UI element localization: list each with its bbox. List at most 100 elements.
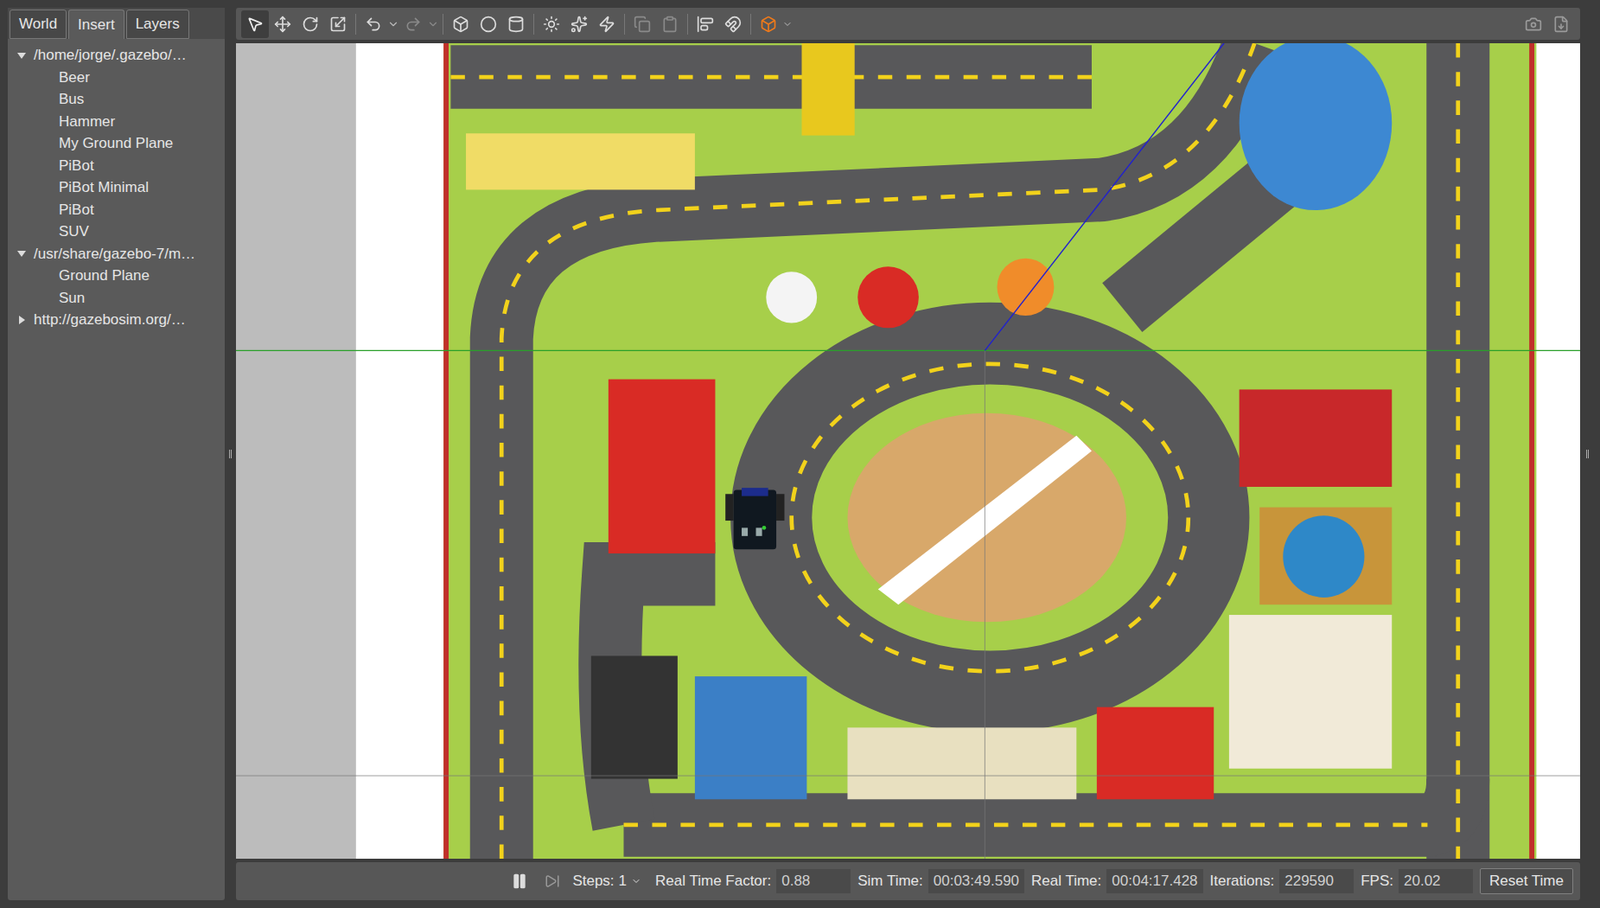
point-light[interactable] (537, 10, 566, 39)
gazebo-window: WorldInsertLayers/home/jorge/.gazebo/…Be… (0, 0, 1600, 908)
status-field-value: 00:04:17.428 (1106, 868, 1203, 893)
panel-tab[interactable]: Insert (68, 9, 125, 39)
tree-item[interactable]: Ground Plane (16, 264, 225, 287)
status-field-label: Sim Time: (857, 869, 924, 893)
toolbar-separator (750, 13, 752, 35)
point-light-icon (542, 15, 561, 33)
tree-group: /home/jorge/.gazebo/…BeerBusHammerMy Gro… (16, 44, 225, 243)
copy-button[interactable] (628, 10, 657, 39)
translate-tool[interactable] (268, 10, 297, 39)
select-tool[interactable] (241, 10, 269, 39)
status-field-value: 00:03:49.590 (928, 868, 1025, 893)
status-field: Iterations:229590 (1210, 868, 1355, 893)
step-icon (544, 873, 561, 889)
box-shape[interactable] (446, 10, 475, 39)
tree-item[interactable]: SUV (16, 220, 225, 243)
scene-viewport-render[interactable] (235, 43, 1581, 859)
view-angle-icon (759, 15, 778, 33)
status-field: FPS:20.02 (1360, 868, 1473, 893)
screenshot-button-icon (1524, 15, 1543, 33)
sphere-shape-icon (479, 15, 498, 33)
tree-item[interactable]: Hammer (16, 110, 225, 134)
directional-light-icon (598, 15, 616, 33)
undo-button[interactable] (359, 10, 388, 39)
snap-tool-icon (724, 15, 742, 33)
tree-group: /usr/share/gazebo-7/m…Ground PlaneSun (16, 242, 225, 310)
log-button[interactable] (1547, 10, 1575, 39)
tree-item[interactable]: My Ground Plane (16, 132, 225, 155)
sphere-shape[interactable] (474, 10, 503, 39)
expanded-arrow-icon[interactable] (16, 50, 27, 61)
steps-control[interactable]: Steps:1 (572, 869, 642, 893)
view-angle-menu-icon[interactable] (782, 19, 793, 30)
align-tool[interactable] (691, 10, 720, 39)
status-field: Sim Time:00:03:49.590 (857, 868, 1025, 893)
scale-tool-icon (329, 15, 347, 33)
status-bar: Steps:1Real Time Factor:0.88Sim Time:00:… (235, 861, 1581, 900)
paste-button[interactable] (656, 10, 684, 39)
rotate-tool[interactable] (296, 10, 325, 39)
tree-item[interactable]: Bus (16, 88, 225, 111)
directional-light[interactable] (592, 10, 621, 39)
pause-icon (510, 872, 529, 890)
box-shape-icon (452, 15, 470, 33)
status-field-value: 229590 (1279, 868, 1354, 893)
reset-time-button[interactable]: Reset Time (1479, 867, 1574, 894)
main-area: Steps:1Real Time Factor:0.88Sim Time:00:… (235, 7, 1581, 900)
toolbar-separator (624, 13, 625, 35)
translate-tool-icon (274, 15, 292, 33)
toolbar-separator (533, 13, 535, 35)
robot-model[interactable] (725, 487, 785, 549)
panel-tab[interactable]: World (9, 9, 67, 39)
toolbar-separator (687, 13, 689, 35)
status-field-value: 20.02 (1398, 868, 1473, 893)
status-field: Real Time Factor:0.88 (655, 868, 851, 893)
viewport[interactable] (235, 43, 1581, 859)
tree-item[interactable]: PiBot (16, 154, 225, 178)
toolbar (235, 7, 1581, 40)
undo-button-icon (364, 15, 383, 33)
screenshot-button[interactable] (1519, 10, 1548, 39)
redo-button-icon (404, 15, 422, 33)
redo-history-icon[interactable] (427, 18, 440, 31)
status-field-label: Iterations: (1210, 869, 1275, 893)
align-tool-icon (696, 15, 714, 33)
status-field-label: Real Time Factor: (655, 869, 772, 893)
expanded-arrow-icon[interactable] (16, 248, 27, 259)
tree-group-header[interactable]: /usr/share/gazebo-7/m… (16, 242, 225, 266)
insert-tree: /home/jorge/.gazebo/…BeerBusHammerMy Gro… (7, 38, 225, 332)
status-field-label: FPS: (1360, 869, 1394, 893)
rotate-tool-icon (301, 15, 319, 33)
tree-item[interactable]: Sun (16, 286, 225, 310)
undo-history-icon[interactable] (387, 18, 400, 31)
tree-item[interactable]: Beer (16, 66, 225, 90)
spot-light[interactable] (565, 10, 593, 39)
tree-group: http://gazebosim.org/… (16, 308, 225, 332)
copy-button-icon (633, 15, 651, 33)
collapsed-arrow-icon[interactable] (16, 314, 27, 326)
left-splitter[interactable] (226, 7, 235, 900)
tree-item[interactable]: PiBot (16, 198, 225, 222)
cylinder-shape[interactable] (502, 10, 530, 39)
left-panel: WorldInsertLayers/home/jorge/.gazebo/…Be… (7, 7, 225, 900)
tree-group-header[interactable]: http://gazebosim.org/… (16, 308, 225, 332)
step-button[interactable] (539, 867, 566, 894)
status-field-value: 0.88 (776, 868, 851, 893)
status-field-label: Real Time: (1031, 869, 1102, 893)
tree-group-header[interactable]: /home/jorge/.gazebo/… (16, 44, 225, 67)
tree-item[interactable]: PiBot Minimal (16, 176, 225, 199)
pointer-icon (246, 15, 264, 33)
right-splitter[interactable] (1581, 7, 1593, 900)
redo-button[interactable] (399, 10, 428, 39)
toolbar-separator (355, 13, 357, 35)
spot-light-icon (570, 15, 588, 33)
panel-tab[interactable]: Layers (126, 9, 190, 39)
snap-tool[interactable] (719, 10, 747, 39)
scale-tool[interactable] (324, 10, 352, 39)
toolbar-separator (442, 13, 444, 35)
view-angle[interactable] (754, 10, 783, 39)
paste-button-icon (661, 15, 679, 33)
steps-menu-icon (631, 875, 642, 887)
status-field: Real Time:00:04:17.428 (1031, 868, 1204, 893)
play-pause-button[interactable] (506, 867, 533, 894)
